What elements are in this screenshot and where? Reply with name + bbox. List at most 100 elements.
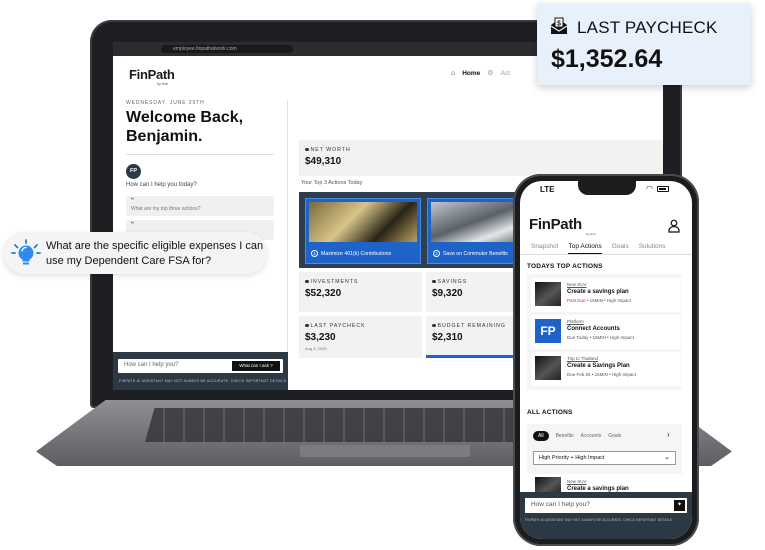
action-title: Maximize 401(k) Contributions <box>321 251 392 257</box>
item-due: Due Feb 25 <box>567 372 591 377</box>
investments-label: INVESTMENTS <box>310 279 359 285</box>
suggestion-chip[interactable]: “ What are my top three actions? <box>126 196 274 216</box>
chat-input-bar: How can I help you? ✦ FINPATH AI ASSISTA… <box>520 492 692 539</box>
chevron-right-icon[interactable]: › <box>667 430 670 439</box>
phone-screen: LTE ◠ FinPath by Hub Snapshot Top Action… <box>520 181 692 539</box>
list-item[interactable]: FP Platform Connect Accounts Due Today •… <box>531 315 681 349</box>
phone-notch <box>578 181 636 195</box>
savings-value: $9,320 <box>432 288 463 299</box>
chat-input-placeholder: How can I help you? <box>124 362 179 368</box>
current-date: WEDNESDAY, JUNE 25TH <box>126 100 205 106</box>
chat-input[interactable]: How can I help you? What can I ask ? <box>118 359 283 373</box>
laptop-trackpad <box>300 445 470 457</box>
bullet-icon <box>432 323 436 328</box>
item-due: Due Today <box>567 335 589 340</box>
list-item[interactable]: Trip to Thailand Create a Savings Plan D… <box>531 352 681 386</box>
callout-title: LAST PAYCHECK <box>577 18 718 37</box>
tab-goals[interactable]: Goals <box>612 241 629 254</box>
nav-home[interactable]: Home <box>462 70 480 77</box>
item-category[interactable]: Platform <box>567 319 584 324</box>
budget-label: BUDGET REMAINING <box>437 323 506 329</box>
item-category[interactable]: New SUV <box>567 479 587 484</box>
action-number: 1 <box>311 250 318 257</box>
bullet-icon <box>305 323 309 328</box>
top-actions-heading: TODAYS TOP ACTIONS <box>527 263 603 270</box>
ai-disclaimer: FINPATH AI ASSISTANT MAY NOT ALWAYS BE A… <box>119 379 287 383</box>
chat-input[interactable]: How can I help you? ✦ <box>525 498 687 513</box>
budget-value: $2,310 <box>432 332 463 343</box>
list-item[interactable]: New SUV Create a savings plan Past Due •… <box>531 278 681 312</box>
carrier-status: LTE <box>540 185 555 194</box>
question-bubble: What are the specific eligible expenses … <box>3 232 267 274</box>
bullet-icon <box>432 279 436 284</box>
item-category[interactable]: New SUV <box>567 282 587 287</box>
filter-accounts[interactable]: Accounts <box>581 433 602 439</box>
item-meta: • 15MIN • High Impact <box>585 298 631 303</box>
bullet-icon <box>305 147 309 152</box>
net-worth-card[interactable]: NET WORTH $49,310 <box>299 140 663 176</box>
wifi-icon: ◠ <box>646 184 653 193</box>
investments-value: $52,320 <box>305 288 342 299</box>
quote-icon: “ <box>131 222 134 228</box>
net-worth-label: NET WORTH <box>310 147 351 153</box>
filter-benefits[interactable]: Benefits <box>556 433 574 439</box>
what-can-i-ask-button[interactable]: What can I ask ? <box>232 361 280 371</box>
last-paycheck-card[interactable]: LAST PAYCHECK $3,230 Aug 3, 2026 <box>299 316 422 358</box>
nav-act[interactable]: Act <box>501 70 510 77</box>
item-meta: • 15MIN • High Impact <box>588 335 634 340</box>
tab-snapshot[interactable]: Snapshot <box>531 241 558 254</box>
net-worth-value: $49,310 <box>305 156 342 167</box>
chevron-down-icon: ⌄ <box>664 454 670 461</box>
divider <box>126 154 274 155</box>
item-meta: • 15MIN • High Impact <box>590 372 636 377</box>
url-field[interactable]: employee.finpathatwork.com <box>161 45 293 53</box>
quote-icon: “ <box>131 198 134 204</box>
chat-input-bar: How can I help you? What can I ask ? FIN… <box>113 352 288 390</box>
logo-subtitle: by Hub <box>586 232 596 236</box>
status-icons: ◠ <box>646 184 669 193</box>
action-image <box>309 202 417 242</box>
item-category[interactable]: Trip to Thailand <box>567 356 598 361</box>
investments-card[interactable]: INVESTMENTS $52,320 <box>299 272 422 312</box>
suggestion-text: What are my top three actions? <box>131 206 201 212</box>
send-icon[interactable]: ✦ <box>674 500 685 511</box>
top-actions-list: New SUV Create a savings plan Past Due •… <box>527 274 682 390</box>
filter-all[interactable]: All <box>533 431 549 441</box>
top-actions-label: Your Top 3 Actions Today <box>301 180 363 186</box>
last-paycheck-label: LAST PAYCHECK <box>310 323 366 329</box>
money-envelope-icon: $ <box>550 17 568 34</box>
item-title: Connect Accounts <box>567 326 620 332</box>
callout-amount: $1,352.64 <box>551 45 663 73</box>
finpath-logo[interactable]: FinPath <box>529 216 582 233</box>
last-paycheck-date: Aug 3, 2026 <box>305 346 327 351</box>
assistant-avatar: FP <box>126 164 141 179</box>
svg-text:$: $ <box>557 21 561 28</box>
finpath-logo[interactable]: FinPath <box>129 67 175 82</box>
trip-thumbnail <box>535 356 561 380</box>
filter-goals[interactable]: Goals <box>608 433 621 439</box>
bullet-icon <box>305 279 309 284</box>
ai-disclaimer: FINPATH AI ASSISTANT MAY NOT ALWAYS BE A… <box>525 518 673 522</box>
assistant-prompt: How can I help you today? <box>126 182 197 188</box>
action-card[interactable]: 1 Maximize 401(k) Contributions <box>305 198 421 264</box>
top-nav: ⌂ Home ⚙ Act <box>451 69 510 78</box>
platform-thumbnail: FP <box>535 319 561 343</box>
savings-label: SAVINGS <box>437 279 468 285</box>
last-paycheck-callout: $ LAST PAYCHECK $1,352.64 <box>537 3 751 85</box>
priority-select[interactable]: High Priority + High Impact ⌄ <box>533 451 676 465</box>
all-actions-heading: ALL ACTIONS <box>527 409 573 416</box>
user-icon[interactable] <box>668 219 680 233</box>
suv-thumbnail <box>535 282 561 306</box>
logo-subtitle: by Hub <box>157 82 169 86</box>
last-paycheck-value: $3,230 <box>305 332 336 343</box>
home-icon: ⌂ <box>451 69 456 77</box>
chat-input-placeholder: How can I help you? <box>531 501 590 508</box>
action-title: Save on Commuter Benefits <box>443 251 508 257</box>
priority-select-value: High Priority + High Impact <box>539 455 605 461</box>
battery-icon <box>656 185 669 192</box>
tab-top-actions[interactable]: Top Actions <box>568 241 602 254</box>
item-title: Create a Savings Plan <box>567 363 630 369</box>
tab-solutions[interactable]: Solutions <box>639 241 666 254</box>
phone-tab-bar: Snapshot Top Actions Goals Solutions <box>520 241 692 255</box>
question-text: What are the specific eligible expenses … <box>46 240 264 267</box>
